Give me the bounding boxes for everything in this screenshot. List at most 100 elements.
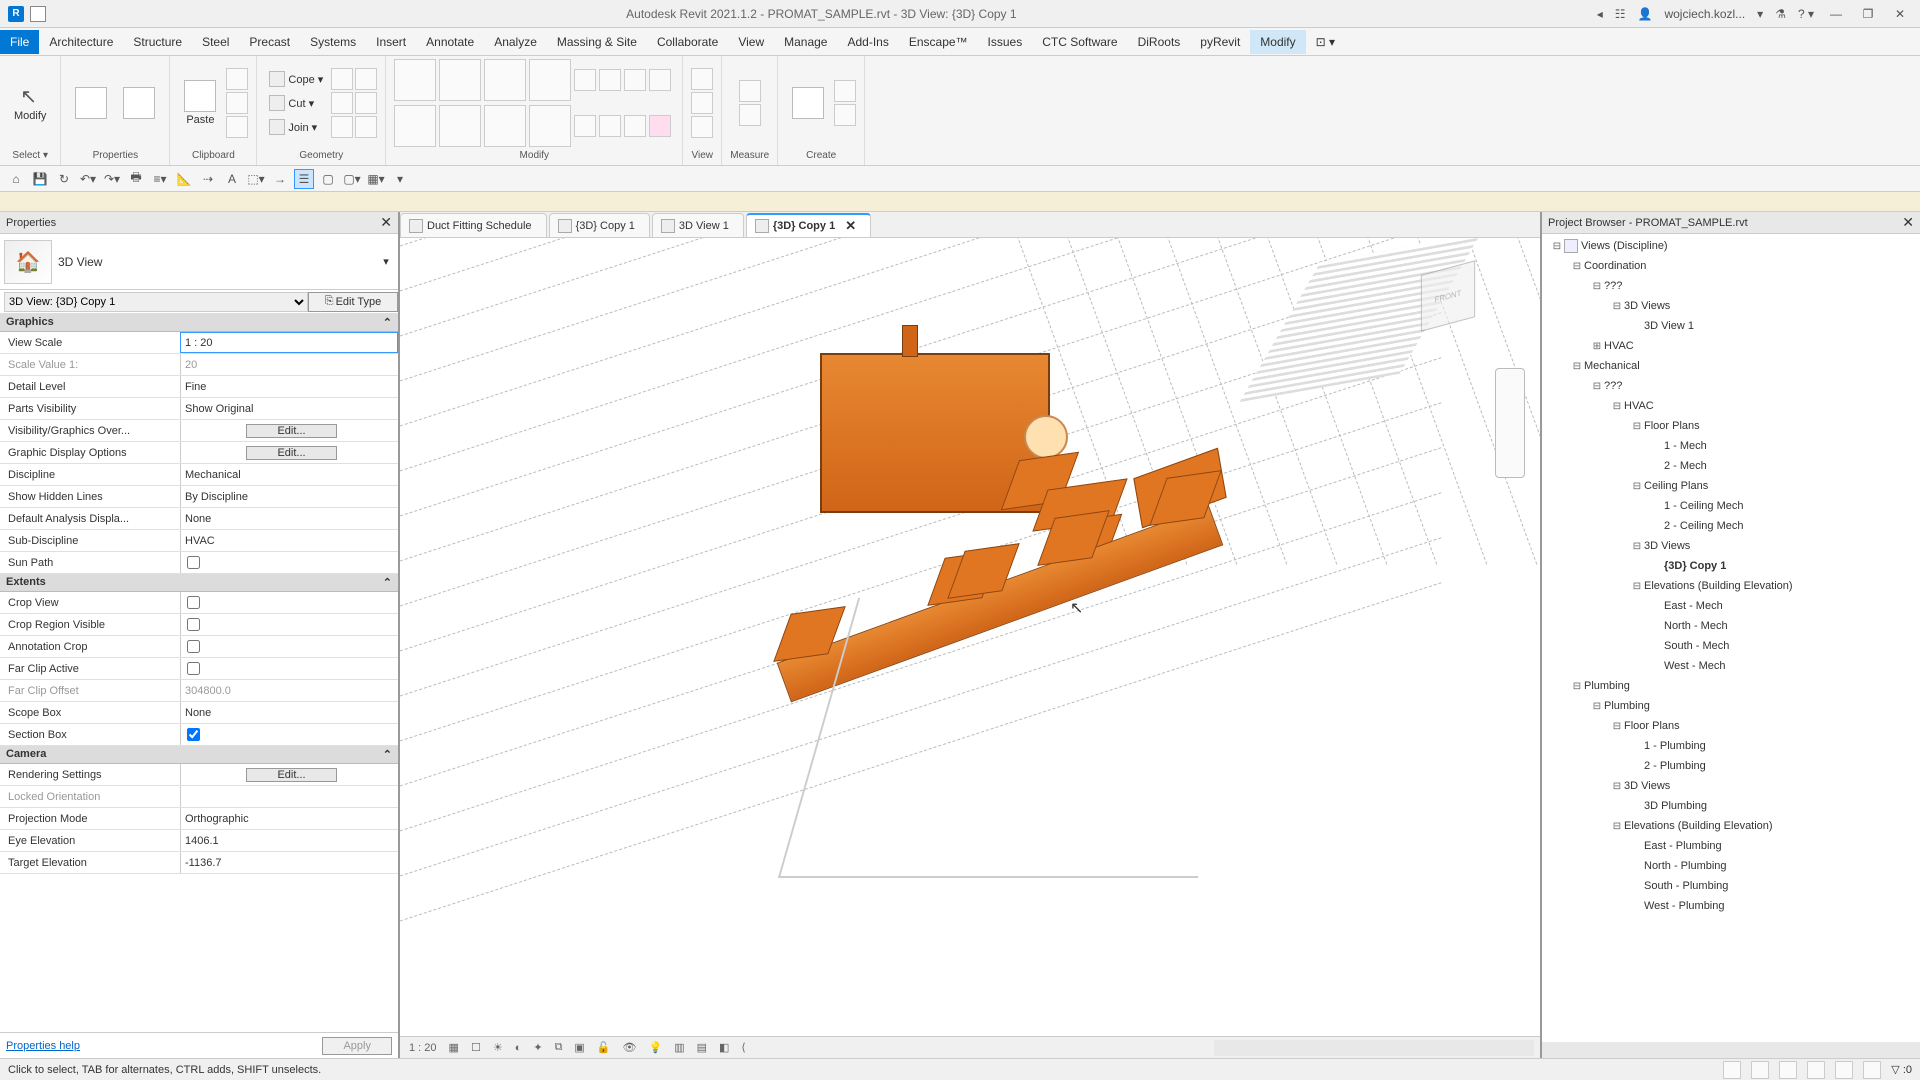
menu-structure[interactable]: Structure [123, 30, 192, 54]
qat-switch-win-icon[interactable]: ▢▾ [342, 169, 362, 189]
tree-node[interactable]: ⊟??? [1542, 376, 1920, 396]
prop-checkbox[interactable] [187, 728, 200, 741]
qat-undo-icon[interactable]: ↶▾ [78, 169, 98, 189]
tree-node[interactable]: West - Mech [1542, 656, 1920, 676]
tree-node[interactable]: 2 - Mech [1542, 456, 1920, 476]
instance-selector[interactable]: 3D View: {3D} Copy 1 [4, 292, 308, 312]
qat-dropdown-icon[interactable]: ▾ [390, 169, 410, 189]
close-icon[interactable]: ✕ [380, 214, 392, 231]
menu-systems[interactable]: Systems [300, 30, 366, 54]
align-icon[interactable] [394, 59, 436, 101]
edit-button[interactable]: Edit... [246, 446, 336, 460]
menu-steel[interactable]: Steel [192, 30, 239, 54]
tree-node[interactable]: ⊟??? [1542, 276, 1920, 296]
status-icon-1[interactable] [1723, 1061, 1741, 1079]
project-tree[interactable]: ⊟Views (Discipline)⊟Coordination⊟???⊟3D … [1542, 234, 1920, 1042]
menu-file[interactable]: File [0, 30, 39, 54]
menu-annotate[interactable]: Annotate [416, 30, 484, 54]
tree-node[interactable]: East - Mech [1542, 596, 1920, 616]
tree-toggle-icon[interactable]: ⊟ [1610, 781, 1624, 792]
menu-analyze[interactable]: Analyze [484, 30, 547, 54]
prop-checkbox[interactable] [187, 640, 200, 653]
help-icon[interactable]: ? ▾ [1798, 7, 1814, 21]
prop-value[interactable] [180, 786, 398, 807]
menu-extra[interactable]: ⊡ ▾ [1306, 30, 1345, 54]
revit-app-icon[interactable]: R [8, 6, 24, 22]
status-icon-6[interactable] [1863, 1061, 1881, 1079]
doc-icon[interactable] [30, 6, 46, 22]
prop-value[interactable] [180, 724, 398, 745]
prop-value[interactable]: None [180, 702, 398, 723]
measure-icon-2[interactable] [739, 104, 761, 126]
user-icon[interactable]: 👤 [1638, 7, 1653, 21]
apply-button[interactable]: Apply [322, 1037, 392, 1055]
tree-toggle-icon[interactable]: ⊟ [1630, 481, 1644, 492]
create-icon-2[interactable] [834, 104, 856, 126]
tree-toggle-icon[interactable]: ⊟ [1570, 361, 1584, 372]
status-icon-4[interactable] [1807, 1061, 1825, 1079]
mod-icon-14[interactable] [599, 115, 621, 137]
tree-node[interactable]: South - Mech [1542, 636, 1920, 656]
prop-value[interactable]: Edit... [180, 764, 398, 785]
view-cube[interactable]: FRONT [1410, 258, 1500, 348]
mod-icon-6[interactable] [599, 69, 621, 91]
menu-precast[interactable]: Precast [239, 30, 300, 54]
tree-toggle-icon[interactable]: ⊟ [1570, 681, 1584, 692]
tree-node[interactable]: ⊟Plumbing [1542, 696, 1920, 716]
view-icon-1[interactable] [691, 68, 713, 90]
prop-value[interactable] [180, 592, 398, 613]
tree-toggle-icon[interactable]: ⊟ [1590, 281, 1604, 292]
qat-text-icon[interactable]: A [222, 169, 242, 189]
qat-close-inactive-icon[interactable]: ▢ [318, 169, 338, 189]
menu-diroots[interactable]: DiRoots [1128, 30, 1191, 54]
qat-sync-icon[interactable]: ↻ [54, 169, 74, 189]
geom-icon-4[interactable] [355, 92, 377, 114]
cut-clipboard-icon[interactable] [226, 68, 248, 90]
prop-checkbox[interactable] [187, 596, 200, 609]
mod-icon-5[interactable] [574, 69, 596, 91]
status-icon-3[interactable] [1779, 1061, 1797, 1079]
geom-icon-6[interactable] [355, 116, 377, 138]
edit-button[interactable]: Edit... [246, 768, 336, 782]
mod-icon-13[interactable] [574, 115, 596, 137]
geom-icon-5[interactable] [331, 116, 353, 138]
measure-icon-1[interactable] [739, 80, 761, 102]
restore-button[interactable]: ❐ [1858, 7, 1878, 21]
mod-icon-15[interactable] [624, 115, 646, 137]
geom-icon-1[interactable] [331, 68, 353, 90]
menu-modify[interactable]: Modify [1250, 30, 1305, 54]
tree-node[interactable]: ⊟Mechanical [1542, 356, 1920, 376]
menu-collaborate[interactable]: Collaborate [647, 30, 728, 54]
tree-node[interactable]: ⊞HVAC [1542, 336, 1920, 356]
view-tab[interactable]: 3D View 1 [652, 213, 744, 237]
menu-architecture[interactable]: Architecture [39, 30, 123, 54]
tree-node[interactable]: 2 - Ceiling Mech [1542, 516, 1920, 536]
status-icon-2[interactable] [1751, 1061, 1769, 1079]
mod-icon-7[interactable] [624, 69, 646, 91]
prop-value[interactable]: 20 [180, 354, 398, 375]
mirror-icon[interactable] [529, 59, 571, 101]
tree-node[interactable]: South - Plumbing [1542, 876, 1920, 896]
qat-print-icon[interactable]: 🖶 [126, 169, 146, 189]
menu-issues[interactable]: Issues [978, 30, 1033, 54]
modify-tool-button[interactable]: Modify [8, 82, 52, 124]
tree-node[interactable]: ⊟Elevations (Building Elevation) [1542, 816, 1920, 836]
highlight-icon[interactable]: ◧ [716, 1041, 732, 1054]
sun-path-icon[interactable]: ☀ [490, 1041, 506, 1054]
prop-section[interactable]: Graphics⌃ [0, 314, 398, 332]
paste-button[interactable]: Paste [178, 78, 222, 128]
prop-value[interactable] [180, 636, 398, 657]
cope-button[interactable]: Cope ▾ [265, 68, 327, 90]
panel-label[interactable]: Select ▾ [12, 148, 48, 163]
temp-hide-icon[interactable]: 👁 [620, 1041, 640, 1054]
tree-node[interactable]: West - Plumbing [1542, 896, 1920, 916]
prop-value[interactable]: HVAC [180, 530, 398, 551]
tree-toggle-icon[interactable]: ⊟ [1570, 261, 1584, 272]
qat-home-icon[interactable]: ⌂ [6, 169, 26, 189]
prop-value[interactable]: -1136.7 [180, 852, 398, 873]
mod-icon-8[interactable] [649, 69, 671, 91]
prop-value[interactable]: Edit... [180, 442, 398, 463]
tree-toggle-icon[interactable]: ⊟ [1610, 721, 1624, 732]
close-icon[interactable]: ✕ [1902, 214, 1914, 231]
prop-section[interactable]: Extents⌃ [0, 574, 398, 592]
